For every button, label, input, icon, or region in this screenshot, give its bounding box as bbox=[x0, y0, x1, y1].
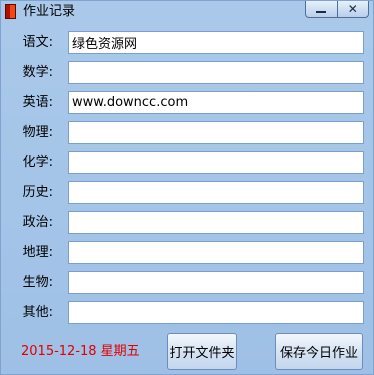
biology-input[interactable] bbox=[68, 271, 364, 294]
close-button[interactable]: ✕ bbox=[336, 1, 369, 18]
label-biology: 生物: bbox=[22, 275, 53, 290]
minimize-icon bbox=[316, 10, 327, 13]
history-input[interactable] bbox=[68, 181, 364, 204]
label-chinese: 语文: bbox=[22, 35, 53, 50]
label-other: 其他: bbox=[22, 305, 53, 320]
english-input[interactable] bbox=[68, 91, 364, 114]
close-icon: ✕ bbox=[347, 2, 358, 16]
label-geography: 地理: bbox=[22, 245, 53, 260]
title-bar[interactable]: 作业记录 ✕ bbox=[1, 1, 373, 22]
window-title: 作业记录 bbox=[23, 4, 76, 19]
chinese-input[interactable] bbox=[68, 31, 364, 54]
physics-input[interactable] bbox=[68, 121, 364, 144]
label-physics: 物理: bbox=[22, 125, 53, 140]
open-folder-button[interactable]: 打开文件夹 bbox=[167, 333, 237, 370]
label-chemistry: 化学: bbox=[22, 155, 53, 170]
save-homework-button[interactable]: 保存今日作业 bbox=[275, 333, 363, 370]
notebook-icon bbox=[5, 4, 16, 19]
chemistry-input[interactable] bbox=[68, 151, 364, 174]
geography-input[interactable] bbox=[68, 241, 364, 264]
other-input[interactable] bbox=[68, 301, 364, 324]
label-english: 英语: bbox=[22, 95, 53, 110]
politics-input[interactable] bbox=[68, 211, 364, 234]
math-input[interactable] bbox=[68, 61, 364, 84]
label-math: 数学: bbox=[22, 65, 53, 80]
label-politics: 政治: bbox=[22, 215, 53, 230]
window-controls: ✕ bbox=[305, 1, 369, 18]
label-history: 历史: bbox=[22, 185, 53, 200]
minimize-button[interactable] bbox=[305, 1, 337, 18]
homework-window: 作业记录 ✕ 语文: 数学: 英语: 物理: 化学: 历史: 政治: 地理: 生… bbox=[0, 0, 374, 375]
date-weekday-text: 2015-12-18 星期五 bbox=[21, 344, 140, 359]
